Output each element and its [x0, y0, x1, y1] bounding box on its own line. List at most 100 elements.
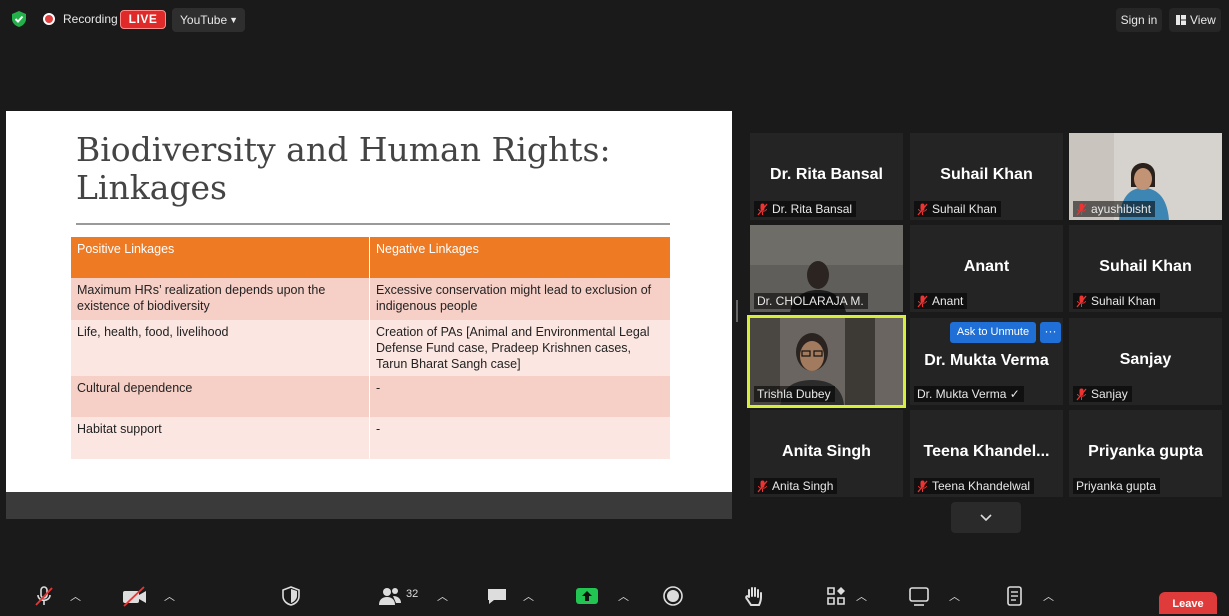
participant-tile[interactable]: Dr. Rita Bansal Dr. Rita Bansal [750, 133, 903, 220]
stream-target-label: YouTube [180, 13, 228, 27]
participant-name: Dr. CHOLARAJA M. [757, 294, 864, 308]
participant-name: Dr. Rita Bansal [772, 202, 853, 216]
recording-label: Recording [63, 12, 118, 26]
raise-hand-icon[interactable] [743, 585, 765, 607]
ask-to-unmute-button[interactable]: Ask to Unmute [950, 322, 1036, 343]
participant-display-name: Teena Khandel... [923, 443, 1050, 460]
participant-tile[interactable]: Sanjay Sanjay [1069, 318, 1222, 405]
meeting-top-bar: Recording LIVE YouTube ▼ Sign in View [0, 0, 1229, 40]
notes-icon[interactable] [1004, 585, 1026, 607]
live-badge[interactable]: LIVE [120, 10, 166, 29]
linkages-table: Positive Linkages Negative Linkages Maxi… [71, 237, 670, 459]
table-header-row: Positive Linkages Negative Linkages [71, 237, 670, 278]
video-options-caret[interactable]: ︿ [164, 588, 175, 604]
table-row: Maximum HRs’ realization depends upon th… [71, 278, 670, 320]
table-cell: Cultural dependence [71, 376, 370, 417]
leave-button[interactable]: Leave [1159, 592, 1217, 614]
mic-muted-icon [917, 480, 928, 492]
participant-tile[interactable]: Teena Khandel... Teena Khandelwal [910, 410, 1063, 497]
meeting-controls-toolbar: ︿ ︿ 32 ︿ ︿ ︿ ︿ ︿ ︿ [0, 580, 1229, 610]
table-cell: Habitat support [71, 417, 370, 459]
stream-target-dropdown[interactable]: YouTube ▼ [172, 8, 245, 32]
table-cell: Maximum HRs’ realization depends upon th… [71, 278, 370, 320]
mic-muted-icon [1076, 388, 1087, 400]
video-off-icon[interactable] [122, 585, 148, 607]
share-screen-icon[interactable] [575, 585, 599, 607]
record-icon [43, 13, 55, 25]
participant-name-tag: Dr. Rita Bansal [754, 201, 857, 217]
participant-name-tag: Anant [914, 293, 968, 309]
audio-options-caret[interactable]: ︿ [70, 588, 81, 604]
slide-title-line2: Linkages [76, 168, 227, 207]
apps-icon[interactable] [825, 585, 847, 607]
caret-down-icon: ▼ [229, 15, 238, 25]
participant-display-name: Suhail Khan [1099, 258, 1192, 275]
split-resize-handle[interactable] [736, 300, 738, 322]
participant-display-name: Dr. Rita Bansal [770, 166, 883, 183]
mic-muted-icon [1076, 203, 1087, 215]
participant-tile[interactable]: Priyanka gupta Priyanka gupta [1069, 410, 1222, 497]
chevron-down-icon [980, 514, 992, 522]
slide-divider-line [76, 223, 670, 225]
table-header: Negative Linkages [369, 237, 670, 278]
participant-tile[interactable]: Dr. CHOLARAJA M. [750, 225, 903, 312]
participant-tile[interactable]: Suhail Khan Suhail Khan [910, 133, 1063, 220]
mic-off-icon[interactable] [33, 585, 55, 607]
view-label: View [1190, 13, 1216, 27]
participant-name: Dr. Mukta Verma ✓ [917, 387, 1020, 401]
participant-name-tag: ayushibisht [1073, 201, 1156, 217]
participant-tile[interactable]: Anant Anant [910, 225, 1063, 312]
participant-display-name: Sanjay [1119, 351, 1172, 368]
participants-caret[interactable]: ︿ [437, 588, 448, 604]
slide-title-line1: Biodiversity and Human Rights: [76, 130, 611, 169]
whiteboard-icon[interactable] [908, 585, 930, 607]
gallery-next-page-button[interactable] [951, 502, 1021, 533]
participant-name: Trishla Dubey [757, 387, 831, 401]
slide-title: Biodiversity and Human Rights: Linkages [76, 131, 676, 207]
table-header: Positive Linkages [71, 237, 370, 278]
participant-name-tag: Suhail Khan [1073, 293, 1160, 309]
table-cell: - [369, 376, 670, 417]
participant-name-tag: Anita Singh [754, 478, 838, 494]
participants-count: 32 [406, 588, 419, 600]
participant-name: ayushibisht [1091, 202, 1152, 216]
participant-name-tag: Suhail Khan [914, 201, 1001, 217]
table-row: Cultural dependence - [71, 376, 670, 417]
mic-muted-icon [757, 203, 768, 215]
view-button[interactable]: View [1169, 8, 1221, 32]
mic-muted-icon [917, 295, 928, 307]
record-button-icon[interactable] [662, 585, 684, 607]
participant-name: Priyanka gupta [1076, 479, 1157, 493]
notes-caret[interactable]: ︿ [1043, 588, 1054, 604]
participants-icon[interactable] [378, 585, 402, 607]
more-options-button[interactable]: ··· [1040, 322, 1061, 343]
participant-display-name: Dr. Mukta Verma [924, 352, 1049, 369]
table-row: Life, health, food, livelihood Creation … [71, 320, 670, 376]
participant-display-name: Suhail Khan [940, 166, 1033, 183]
security-icon[interactable] [280, 585, 302, 607]
share-caret[interactable]: ︿ [618, 588, 629, 604]
mic-muted-icon [757, 480, 768, 492]
participant-name-tag: Trishla Dubey [754, 386, 835, 402]
mic-muted-icon [917, 203, 928, 215]
mic-muted-icon [1076, 295, 1087, 307]
participant-name: Anita Singh [772, 479, 834, 493]
apps-caret[interactable]: ︿ [856, 588, 867, 604]
participant-name: Suhail Khan [932, 202, 997, 216]
participant-tile[interactable]: Anita Singh Anita Singh [750, 410, 903, 497]
sign-in-button[interactable]: Sign in [1116, 8, 1162, 32]
participant-tile[interactable]: Ask to Unmute ··· Dr. Mukta Verma Dr. Mu… [910, 318, 1063, 405]
chat-caret[interactable]: ︿ [523, 588, 534, 604]
participant-tile[interactable]: ayushibisht [1069, 133, 1222, 220]
table-cell: Creation of PAs [Animal and Environmenta… [369, 320, 670, 376]
whiteboard-caret[interactable]: ︿ [949, 588, 960, 604]
participant-name-tag: Dr. CHOLARAJA M. [754, 293, 868, 309]
chat-icon[interactable] [486, 585, 508, 607]
table-cell: Life, health, food, livelihood [71, 320, 370, 376]
grid-icon [1176, 15, 1186, 25]
table-cell: - [369, 417, 670, 459]
shield-icon[interactable] [10, 10, 28, 28]
participant-display-name: Anant [963, 258, 1010, 275]
participant-tile[interactable]: Suhail Khan Suhail Khan [1069, 225, 1222, 312]
active-speaker-tile[interactable]: Trishla Dubey [747, 315, 906, 408]
